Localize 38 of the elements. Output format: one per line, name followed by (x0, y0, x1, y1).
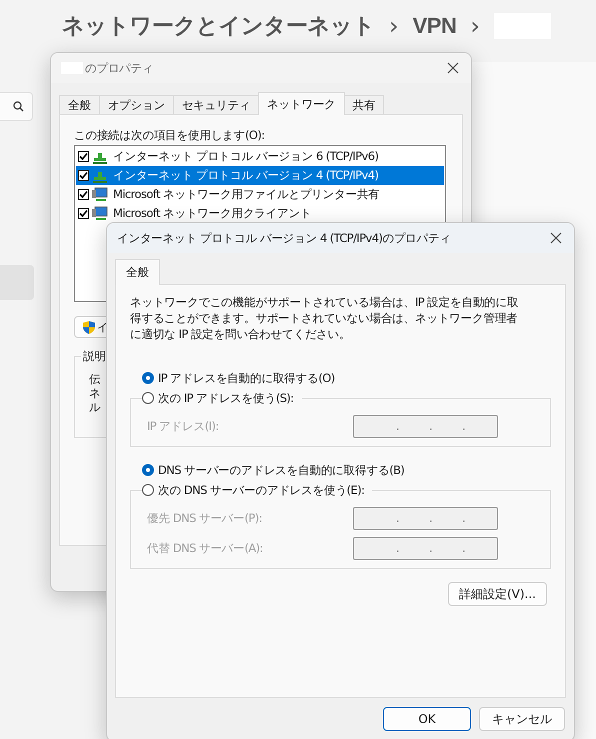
list-item[interactable]: Microsoft ネットワーク用クライアント (76, 204, 444, 223)
tab[interactable]: 全般 (59, 95, 100, 114)
close-icon[interactable] (447, 62, 459, 74)
ok-button[interactable]: OK (383, 707, 471, 731)
description-text: ル (89, 400, 100, 414)
tab[interactable]: セキュリティ (172, 95, 260, 114)
breadcrumb-item[interactable]: ネットワークとインターネット (62, 11, 375, 41)
group-label: 説明 (81, 349, 108, 364)
breadcrumb-separator: › (470, 12, 480, 40)
tab[interactable]: 全般 (115, 259, 160, 285)
description-text: 伝 (89, 372, 100, 386)
list-item[interactable]: インターネット プロトコル バージョン 4 (TCP/IPv4) (76, 166, 444, 185)
checkbox[interactable] (78, 151, 89, 162)
field-label: 代替 DNS サーバー(A): (147, 540, 263, 556)
close-icon[interactable] (550, 232, 562, 244)
checkbox[interactable] (78, 208, 89, 219)
shield-icon (83, 320, 95, 334)
search-icon (13, 101, 24, 112)
checkbox[interactable] (78, 170, 89, 181)
field-label: IP アドレス(I): (147, 418, 219, 434)
tab[interactable]: 共有 (344, 95, 384, 114)
cancel-button[interactable]: キャンセル (479, 707, 565, 731)
list-label: この接続は次の項目を使用します(O): (74, 128, 266, 143)
window-title: インターネット プロトコル バージョン 4 (TCP/IPv4)のプロパティ (117, 230, 452, 246)
search-field[interactable] (0, 92, 33, 121)
computer-network-icon (92, 186, 108, 202)
breadcrumb-item[interactable]: VPN (412, 13, 456, 39)
description-text: ネ (89, 386, 100, 400)
advanced-button[interactable]: 詳細設定(V)... (448, 582, 547, 606)
breadcrumb-separator: › (389, 12, 399, 40)
list-item[interactable]: Microsoft ネットワーク用ファイルとプリンター共有 (76, 185, 444, 204)
field-label: 優先 DNS サーバー(P): (147, 510, 262, 526)
description-text: ネットワークでこの機能がサポートされている場合は、IP 設定を自動的に取得することができます。サポートされていない場合は、ネットワーク管理者に適切な IP 設定を問い合わせてください。 (130, 294, 520, 342)
tab[interactable]: ネットワーク (258, 92, 345, 115)
checkbox[interactable] (78, 189, 89, 200)
computer-network-icon (92, 206, 108, 222)
list-item[interactable]: インターネット プロトコル バージョン 6 (TCP/IPv6) (76, 147, 444, 166)
window-title: のプロパティ (85, 60, 154, 76)
